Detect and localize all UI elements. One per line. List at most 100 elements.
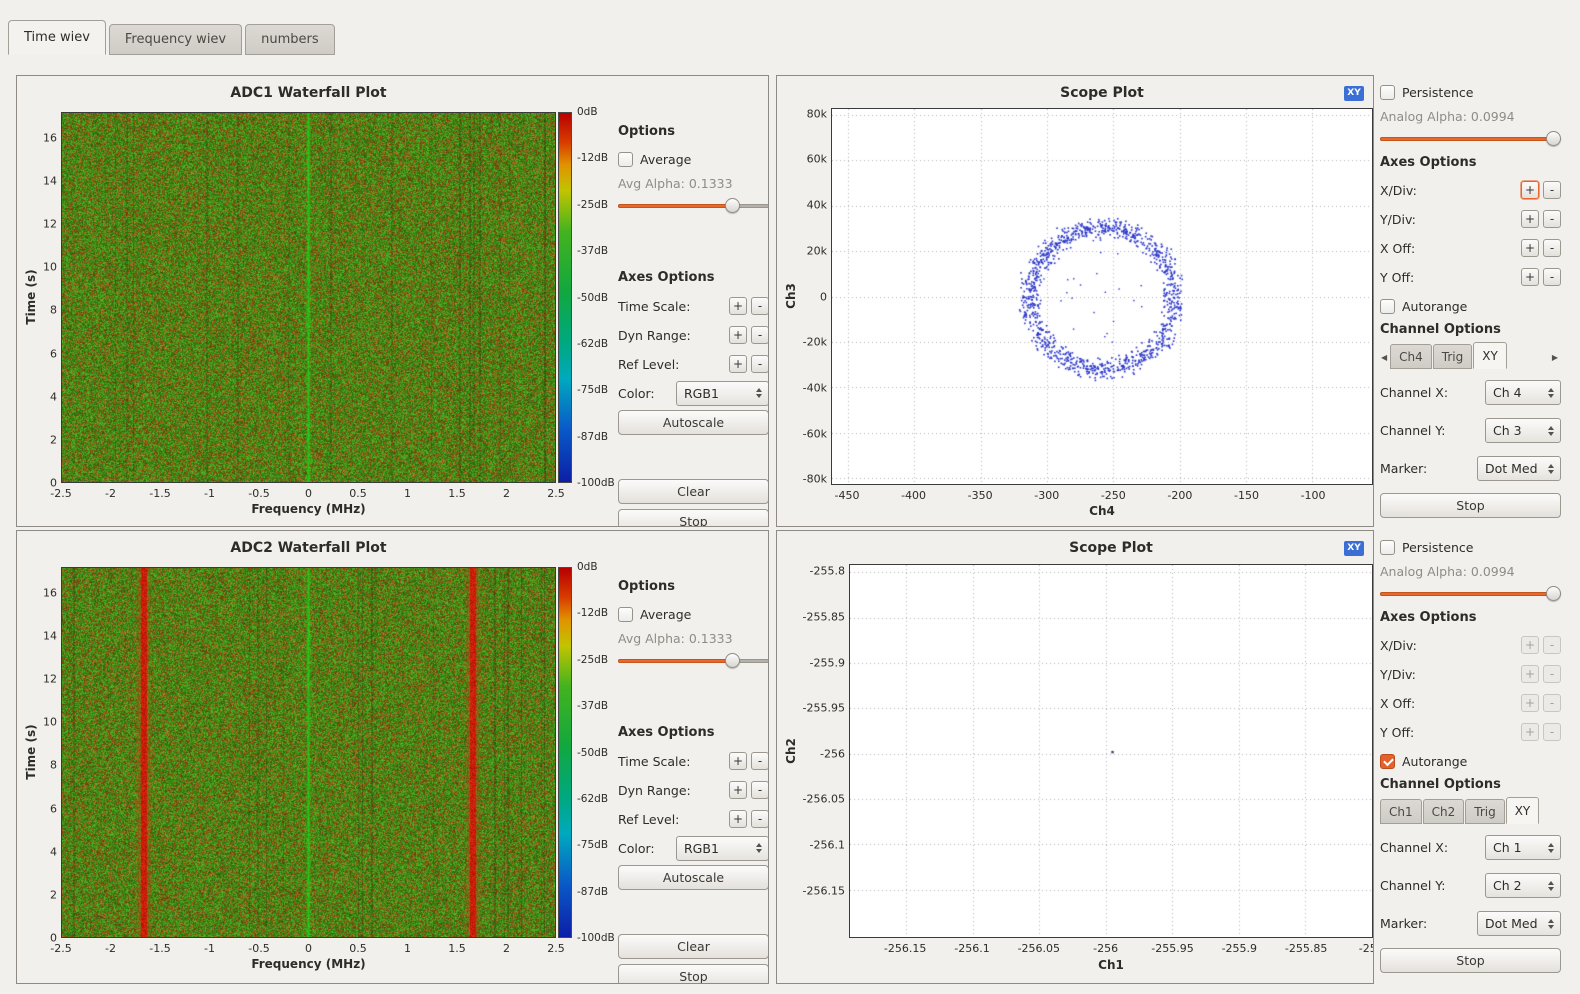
xdiv-plus-button[interactable]: + [1521, 181, 1539, 199]
dyn-range-minus-button[interactable]: - [751, 781, 769, 799]
ref-level-minus-button[interactable]: - [751, 810, 769, 828]
autoscale-button[interactable]: Autoscale [618, 865, 769, 890]
xoff-minus-button[interactable]: - [1543, 239, 1561, 257]
clear-button[interactable]: Clear [618, 934, 769, 959]
color-select[interactable]: RGB1 [676, 381, 769, 406]
slider-knob[interactable] [725, 653, 740, 668]
tab-scroll-right-icon[interactable]: ▶ [1551, 353, 1561, 369]
colorbar-tick-label: -87dB [577, 886, 608, 898]
persistence-checkbox[interactable] [1380, 540, 1395, 555]
y-axis-tick-label: 0 [820, 290, 827, 303]
scope2-plot-area[interactable] [849, 564, 1373, 938]
time-scale-minus-button[interactable]: - [751, 752, 769, 770]
time-scale-row: Time Scale: +- [618, 294, 769, 318]
stop-button[interactable]: Stop [1380, 493, 1561, 518]
ref-level-plus-button[interactable]: + [729, 355, 747, 373]
persistence-row: Persistence [1380, 81, 1561, 103]
marker-select[interactable]: Dot Med [1477, 911, 1561, 936]
tab-trig[interactable]: Trig [1465, 799, 1504, 824]
autorange-checkbox[interactable] [1380, 754, 1395, 769]
dyn-range-plus-button[interactable]: + [729, 781, 747, 799]
adc1-waterfall-plot-area[interactable] [61, 112, 556, 483]
ydiv-plus-button[interactable]: + [1521, 210, 1539, 228]
marker-select[interactable]: Dot Med [1477, 456, 1561, 481]
tab-ch1[interactable]: Ch1 [1380, 799, 1422, 824]
yoff-plus-button[interactable]: + [1521, 723, 1539, 741]
dyn-range-minus-button[interactable]: - [751, 326, 769, 344]
time-scale-plus-button[interactable]: + [729, 297, 747, 315]
spinner-arrows-icon[interactable] [1545, 881, 1557, 891]
stop-button[interactable]: Stop [1380, 948, 1561, 973]
ref-level-row: Ref Level: +- [618, 807, 769, 831]
dyn-range-plus-button[interactable]: + [729, 326, 747, 344]
stop-button[interactable]: Stop [618, 509, 769, 527]
scope1-plot-area[interactable] [831, 108, 1373, 485]
marker-label: Marker: [1380, 461, 1427, 476]
analog-alpha-label: Analog Alpha: 0.0994 [1380, 563, 1561, 580]
analog-alpha-slider[interactable] [1380, 586, 1561, 602]
xoff-plus-button[interactable]: + [1521, 239, 1539, 257]
xdiv-minus-button[interactable]: - [1543, 181, 1561, 199]
ydiv-label: Y/Div: [1380, 667, 1416, 682]
xdiv-plus-button[interactable]: + [1521, 636, 1539, 654]
analog-alpha-slider[interactable] [1380, 131, 1561, 147]
x-axis-tick-label: 0 [305, 487, 312, 500]
persistence-checkbox[interactable] [1380, 85, 1395, 100]
ref-level-plus-button[interactable]: + [729, 810, 747, 828]
y-axis-tick-label: -80k [803, 473, 827, 486]
tab-numbers[interactable]: numbers [245, 24, 335, 55]
ydiv-plus-button[interactable]: + [1521, 665, 1539, 683]
ref-level-minus-button[interactable]: - [751, 355, 769, 373]
yoff-minus-button[interactable]: - [1543, 268, 1561, 286]
plot-title: Scope Plot [831, 85, 1373, 101]
adc2-waterfall-plot-area[interactable] [61, 567, 556, 938]
yoff-plus-button[interactable]: + [1521, 268, 1539, 286]
tab-xy[interactable]: XY [1473, 342, 1507, 369]
ydiv-minus-button[interactable]: - [1543, 210, 1561, 228]
channel-x-select[interactable]: Ch 4 [1485, 380, 1561, 405]
plot-title: Scope Plot [849, 540, 1373, 556]
time-scale-minus-button[interactable]: - [751, 297, 769, 315]
y-axis-tick-label: 8 [50, 759, 57, 772]
spinner-arrows-icon[interactable] [1545, 426, 1557, 436]
tab-frequency-view[interactable]: Frequency wiev [109, 24, 242, 55]
tab-ch4[interactable]: Ch4 [1390, 344, 1432, 369]
average-checkbox[interactable] [618, 152, 633, 167]
avg-alpha-slider[interactable] [618, 653, 769, 669]
spinner-arrows-icon[interactable] [1545, 464, 1557, 474]
time-scale-plus-button[interactable]: + [729, 752, 747, 770]
autoscale-button[interactable]: Autoscale [618, 410, 769, 435]
autorange-label: Autorange [1402, 754, 1467, 769]
slider-knob[interactable] [725, 198, 740, 213]
x-axis-tick-label: -0.5 [248, 942, 269, 955]
yoff-minus-button[interactable]: - [1543, 723, 1561, 741]
ydiv-minus-button[interactable]: - [1543, 665, 1561, 683]
tab-time-view[interactable]: Time wiev [8, 20, 106, 55]
average-checkbox[interactable] [618, 607, 633, 622]
channel-y-select[interactable]: Ch 3 [1485, 418, 1561, 443]
clear-button[interactable]: Clear [618, 479, 769, 504]
tab-trig[interactable]: Trig [1433, 344, 1472, 369]
xoff-plus-button[interactable]: + [1521, 694, 1539, 712]
spinner-arrows-icon[interactable] [1545, 843, 1557, 853]
autorange-checkbox[interactable] [1380, 299, 1395, 314]
x-axis-tick-label: -1.5 [149, 942, 170, 955]
stop-button[interactable]: Stop [618, 964, 769, 984]
y-axis-tick-label: 10 [43, 716, 57, 729]
avg-alpha-slider[interactable] [618, 198, 769, 214]
tab-xy[interactable]: XY [1506, 797, 1540, 824]
channel-x-select[interactable]: Ch 1 [1485, 835, 1561, 860]
spinner-arrows-icon[interactable] [753, 843, 765, 853]
xoff-minus-button[interactable]: - [1543, 694, 1561, 712]
tab-scroll-left-icon[interactable]: ◀ [1380, 353, 1390, 369]
spinner-arrows-icon[interactable] [1545, 388, 1557, 398]
spinner-arrows-icon[interactable] [753, 388, 765, 398]
color-select[interactable]: RGB1 [676, 836, 769, 861]
spinner-arrows-icon[interactable] [1545, 919, 1557, 929]
channel-y-value: Ch 3 [1493, 423, 1545, 438]
xdiv-minus-button[interactable]: - [1543, 636, 1561, 654]
slider-knob[interactable] [1546, 586, 1561, 601]
tab-ch2[interactable]: Ch2 [1423, 799, 1465, 824]
channel-y-select[interactable]: Ch 2 [1485, 873, 1561, 898]
slider-knob[interactable] [1546, 131, 1561, 146]
